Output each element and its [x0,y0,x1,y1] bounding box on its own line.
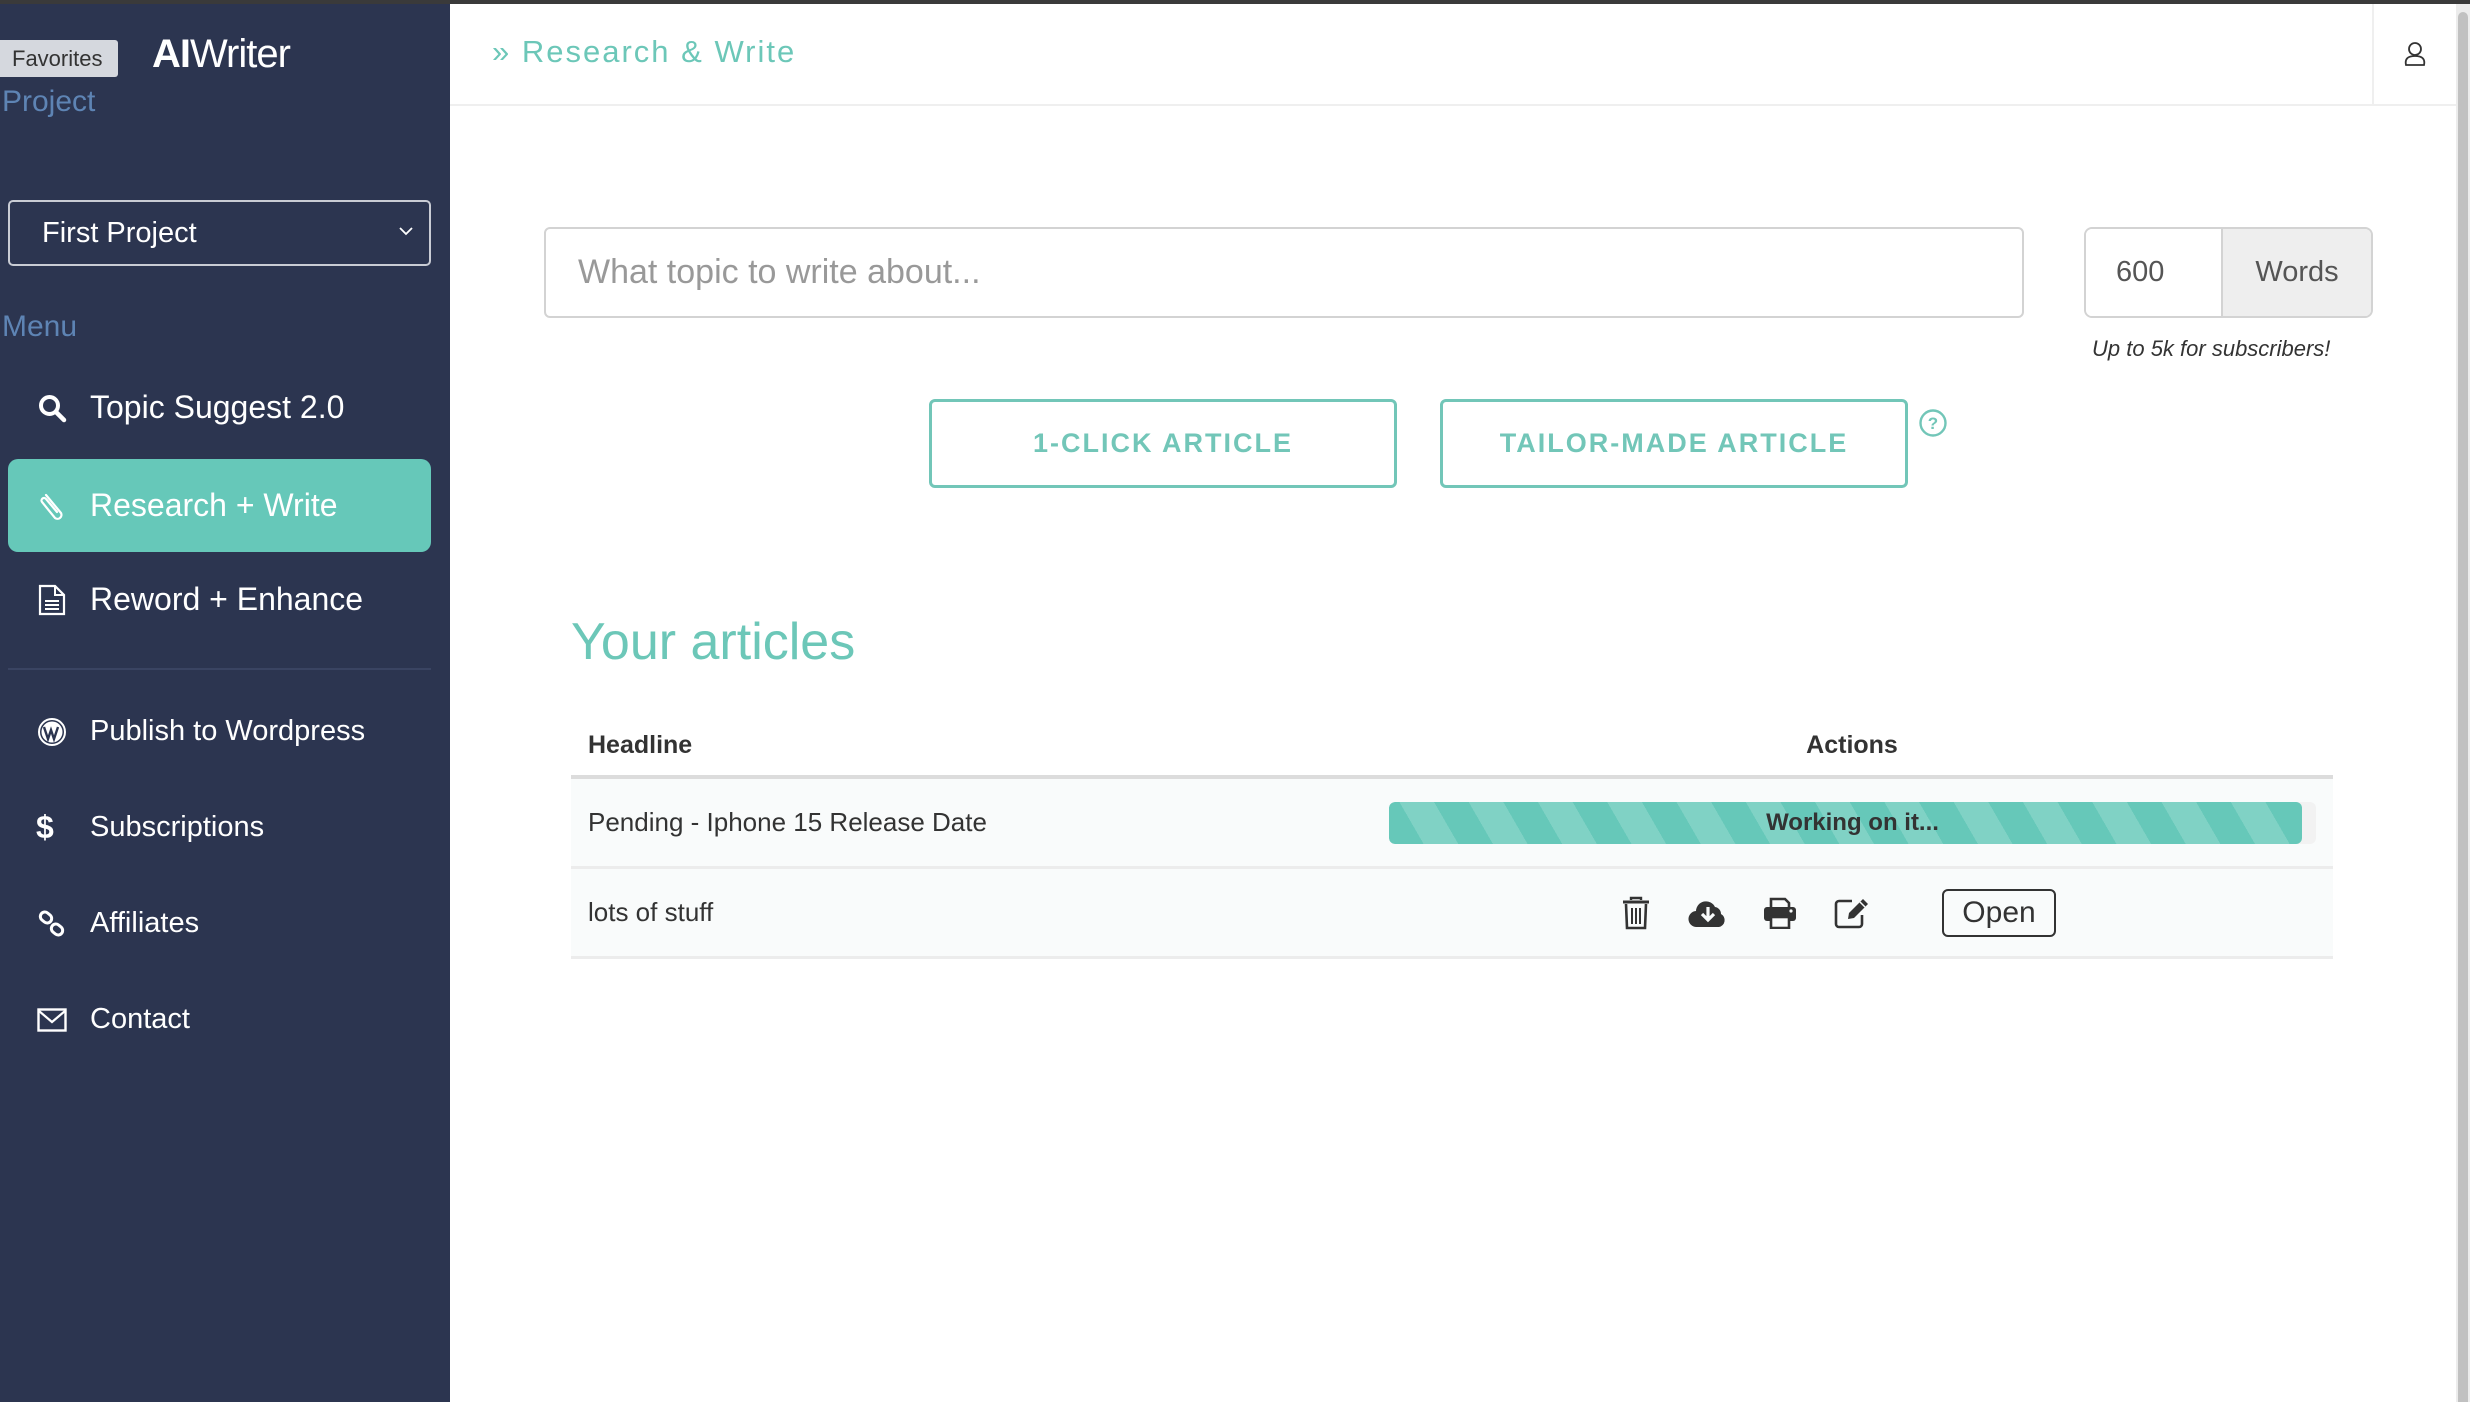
dollar-icon: $ [36,809,54,845]
page-scrollbar[interactable] [2456,4,2470,1402]
cloud-download-icon [1688,900,1725,927]
sidebar-item-affiliates[interactable]: Affiliates [8,877,431,970]
column-headline: Headline [588,730,693,759]
topic-input[interactable] [544,227,2024,318]
edit-icon [1834,898,1868,928]
envelope-icon [36,1004,68,1036]
sidebar-item-label: Research + Write [90,487,338,523]
word-count-group: Words [2084,227,2373,318]
edit-button[interactable] [1832,893,1872,933]
page-header: » Research & Write [450,4,2372,106]
project-label: Project [2,85,96,118]
window-top-border [0,0,2470,4]
sidebar-item-reword-enhance[interactable]: Reword + Enhance [8,553,431,646]
link-icon [36,908,68,940]
user-menu-button[interactable] [2372,4,2456,106]
progress-text: Working on it... [1766,808,1939,836]
breadcrumb-chevron-icon: » [492,34,512,69]
project-select-value: First Project [42,217,197,249]
logo-ai: AI [152,32,191,76]
table-row: lots of stuff Open [571,869,2333,959]
articles-heading: Your articles [571,613,856,671]
sidebar-item-subscriptions[interactable]: $ Subscriptions [8,781,431,874]
sidebar-item-label: Topic Suggest 2.0 [90,389,345,425]
sidebar-item-topic-suggest[interactable]: Topic Suggest 2.0 [8,361,431,454]
sidebar-item-label: Contact [90,1003,190,1035]
table-row: Pending - Iphone 15 Release Date Working… [571,779,2333,869]
search-icon [36,392,68,424]
sidebar-divider [8,668,431,670]
breadcrumb: » Research & Write [492,34,796,70]
chevron-down-icon [399,227,413,236]
article-headline: lots of stuff [588,897,714,927]
word-count-input[interactable] [2086,229,2223,316]
sidebar-item-publish-wordpress[interactable]: Publish to Wordpress [8,685,431,778]
word-limit-hint: Up to 5k for subscribers! [2092,336,2331,361]
word-count-unit: Words [2223,229,2371,316]
sidebar-item-label: Affiliates [90,907,200,939]
breadcrumb-current: Research & Write [521,34,797,69]
sidebar: Favorites AIWriter Project First Project… [0,4,450,1402]
paperclip-icon [36,490,68,522]
sidebar-item-contact[interactable]: Contact [8,973,431,1066]
sidebar-item-research-write[interactable]: Research + Write [8,459,431,552]
open-article-button[interactable]: Open [1942,888,2056,937]
print-button[interactable] [1760,893,1800,933]
sidebar-item-label: Publish to Wordpress [90,715,366,747]
table-header: Headline Actions [571,715,2333,779]
logo-writer: Writer [190,32,291,76]
document-icon [36,584,68,616]
article-actions: Open [1371,888,2333,937]
project-select[interactable]: First Project [8,200,431,266]
one-click-article-button[interactable]: 1-CLICK ARTICLE [929,399,1397,488]
article-actions: Working on it... [1371,801,2333,844]
sidebar-item-label: Reword + Enhance [90,581,364,617]
sidebar-item-label: Subscriptions [90,811,265,843]
print-icon [1764,897,1796,929]
delete-button[interactable] [1616,893,1656,933]
user-icon [2404,42,2426,66]
column-actions: Actions [1806,730,1898,759]
question-circle-icon[interactable]: ? [1918,408,1948,438]
svg-text:?: ? [1928,414,1938,433]
wordpress-icon [36,716,68,748]
download-button[interactable] [1688,893,1728,933]
tailor-made-article-button[interactable]: TAILOR-MADE ARTICLE [1440,399,1908,488]
scrollbar-thumb[interactable] [2458,12,2468,1402]
article-headline: Pending - Iphone 15 Release Date [588,807,987,837]
favorites-tab[interactable]: Favorites [0,40,118,77]
app-logo[interactable]: AIWriter [152,32,291,77]
menu-label: Menu [2,310,78,343]
articles-table: Headline Actions Pending - Iphone 15 Rel… [571,715,2333,959]
progress-bar: Working on it... [1389,801,2316,844]
trash-icon [1623,896,1649,929]
